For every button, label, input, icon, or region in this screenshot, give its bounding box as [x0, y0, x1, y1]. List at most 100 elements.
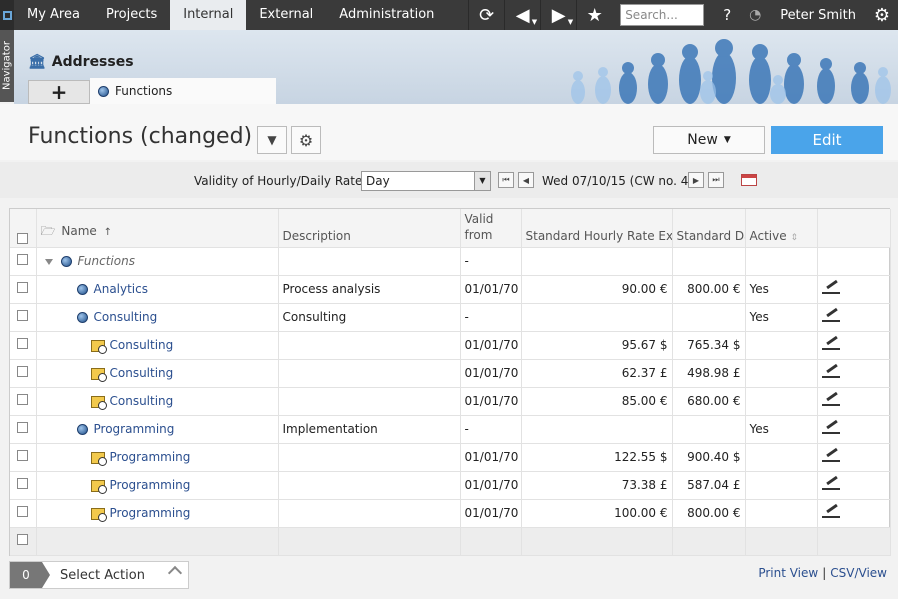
table-row[interactable]: Programming 01/01/70 122.55 $900.40 $ [10, 443, 891, 472]
row-name-link[interactable]: Consulting [110, 394, 174, 408]
row-name-link[interactable]: Programming [110, 478, 191, 492]
edit-pencil-icon[interactable] [821, 310, 840, 322]
edit-pencil-icon[interactable] [821, 450, 840, 462]
calendar-icon[interactable] [741, 174, 757, 186]
row-name-link[interactable]: Consulting [94, 310, 158, 324]
row-checkbox-cell[interactable] [10, 247, 37, 276]
search-input[interactable]: Search... [620, 4, 705, 26]
tab-my-area[interactable]: My Area [14, 0, 93, 30]
table-row[interactable]: Analytics Process analysis 01/01/70 90.00 €… [10, 275, 891, 304]
row-name-link[interactable]: Programming [94, 422, 175, 436]
edit-pencil-icon[interactable] [821, 394, 840, 406]
column-header-active[interactable]: Active ⇕ [745, 209, 818, 248]
table-row[interactable]: Programming Implementation - Yes [10, 415, 891, 444]
row-checkbox-cell[interactable] [10, 387, 37, 416]
add-tab-button[interactable]: + [28, 80, 90, 104]
row-name-link[interactable]: Consulting [110, 338, 174, 352]
cell-day-rate: 765.34 $ [672, 331, 746, 360]
row-name-link[interactable]: Programming [110, 450, 191, 464]
row-name-link[interactable]: Programming [110, 506, 191, 520]
breadcrumb[interactable]: 🏛 Addresses [28, 54, 134, 70]
settings-gear-icon[interactable]: ⚙ [866, 0, 898, 30]
expand-collapse-icon[interactable] [44, 258, 53, 265]
edit-pencil-icon[interactable] [821, 366, 840, 378]
navigator-toggle[interactable]: Navigator [0, 30, 14, 102]
table-row[interactable]: Functions - [10, 247, 891, 276]
column-header-valid-from[interactable]: Valid from [460, 209, 522, 248]
row-checkbox-cell[interactable] [10, 331, 37, 360]
table-row[interactable]: Consulting 01/01/70 95.67 $765.34 $ [10, 331, 891, 360]
back-arrow-icon[interactable]: ◀ ▼ [504, 0, 540, 30]
row-checkbox[interactable] [17, 506, 29, 517]
cell-name: Programming [36, 499, 279, 528]
row-checkbox-cell[interactable] [10, 415, 37, 444]
previous-page-icon[interactable]: ◀ [518, 172, 534, 188]
row-checkbox[interactable] [17, 282, 29, 293]
tab-functions[interactable]: Functions [90, 78, 276, 104]
edit-pencil-icon[interactable] [821, 478, 840, 490]
row-checkbox[interactable] [17, 422, 29, 433]
print-view-link[interactable]: Print View [758, 566, 818, 580]
first-page-icon[interactable]: ⏮ [498, 172, 514, 188]
table-row[interactable]: Programming 01/01/70 100.00 €800.00 € [10, 499, 891, 528]
tab-projects[interactable]: Projects [93, 0, 170, 30]
row-checkbox-cell[interactable] [10, 443, 37, 472]
table-row[interactable]: Programming 01/01/70 73.38 £587.04 £ [10, 471, 891, 500]
next-page-icon[interactable]: ▶ [688, 172, 704, 188]
last-page-icon[interactable]: ⏭ [708, 172, 724, 188]
app-menu-icon[interactable] [0, 0, 14, 30]
row-name-link[interactable]: Analytics [94, 282, 149, 296]
row-checkbox[interactable] [17, 254, 29, 265]
column-header-description[interactable]: Description [278, 209, 461, 248]
title-menu-dropdown-button[interactable]: ▼ [257, 126, 287, 154]
table-row[interactable]: Consulting Consulting - Yes [10, 303, 891, 332]
row-name-link[interactable]: Consulting [110, 366, 174, 380]
edit-pencil-icon[interactable] [821, 506, 840, 518]
row-checkbox[interactable] [17, 450, 29, 461]
cell-active [745, 471, 818, 500]
row-checkbox[interactable] [17, 394, 29, 405]
column-header-day-rate[interactable]: Standard Day [672, 209, 746, 248]
row-checkbox[interactable] [17, 478, 29, 489]
tab-external[interactable]: External [246, 0, 326, 30]
cell-name: Programming [36, 443, 279, 472]
new-button[interactable]: New ▼ [653, 126, 765, 154]
function-globe-icon [76, 312, 88, 323]
footer-checkbox[interactable] [17, 534, 29, 545]
stopwatch-icon[interactable]: ◔ [740, 0, 770, 30]
csv-view-link[interactable]: CSV/View [830, 566, 887, 580]
edit-pencil-icon[interactable] [821, 282, 840, 294]
cell-day-rate: 680.00 € [672, 387, 746, 416]
column-header-hourly-rate[interactable]: Standard Hourly Rate Extern [521, 209, 673, 248]
user-name[interactable]: Peter Smith [770, 8, 866, 23]
footer-checkbox-cell[interactable] [10, 527, 37, 556]
cell-description [278, 387, 461, 416]
forward-arrow-icon[interactable]: ▶ ▼ [540, 0, 576, 30]
gear-icon: ⚙ [298, 130, 314, 150]
row-checkbox-cell[interactable] [10, 303, 37, 332]
column-header-name[interactable]: 🗁 Name ↑ [36, 209, 279, 248]
edit-pencil-icon[interactable] [821, 338, 840, 350]
select-action-bar[interactable]: 0 Select Action [9, 561, 189, 589]
row-checkbox-cell[interactable] [10, 359, 37, 388]
select-all-checkbox[interactable] [17, 232, 29, 244]
table-row[interactable]: Consulting 01/01/70 62.37 £498.98 £ [10, 359, 891, 388]
table-row[interactable]: Consulting 01/01/70 85.00 €680.00 € [10, 387, 891, 416]
edit-button[interactable]: Edit [771, 126, 883, 154]
row-checkbox-cell[interactable] [10, 499, 37, 528]
select-all-checkbox-cell[interactable] [10, 209, 37, 248]
page-settings-button[interactable]: ⚙ [291, 126, 321, 154]
row-checkbox[interactable] [17, 310, 29, 321]
help-icon[interactable]: ? [714, 0, 740, 30]
row-checkbox-cell[interactable] [10, 471, 37, 500]
row-checkbox[interactable] [17, 338, 29, 349]
folder-open-icon: 🗁 [40, 223, 56, 238]
refresh-icon[interactable]: ⟳ [468, 0, 504, 30]
row-checkbox[interactable] [17, 366, 29, 377]
validity-period-select[interactable]: Day ▼ [361, 171, 491, 191]
tab-internal[interactable]: Internal [170, 0, 247, 30]
favorites-star-icon[interactable]: ★ [576, 0, 612, 30]
edit-pencil-icon[interactable] [821, 422, 840, 434]
tab-administration[interactable]: Administration [326, 0, 447, 30]
row-checkbox-cell[interactable] [10, 275, 37, 304]
